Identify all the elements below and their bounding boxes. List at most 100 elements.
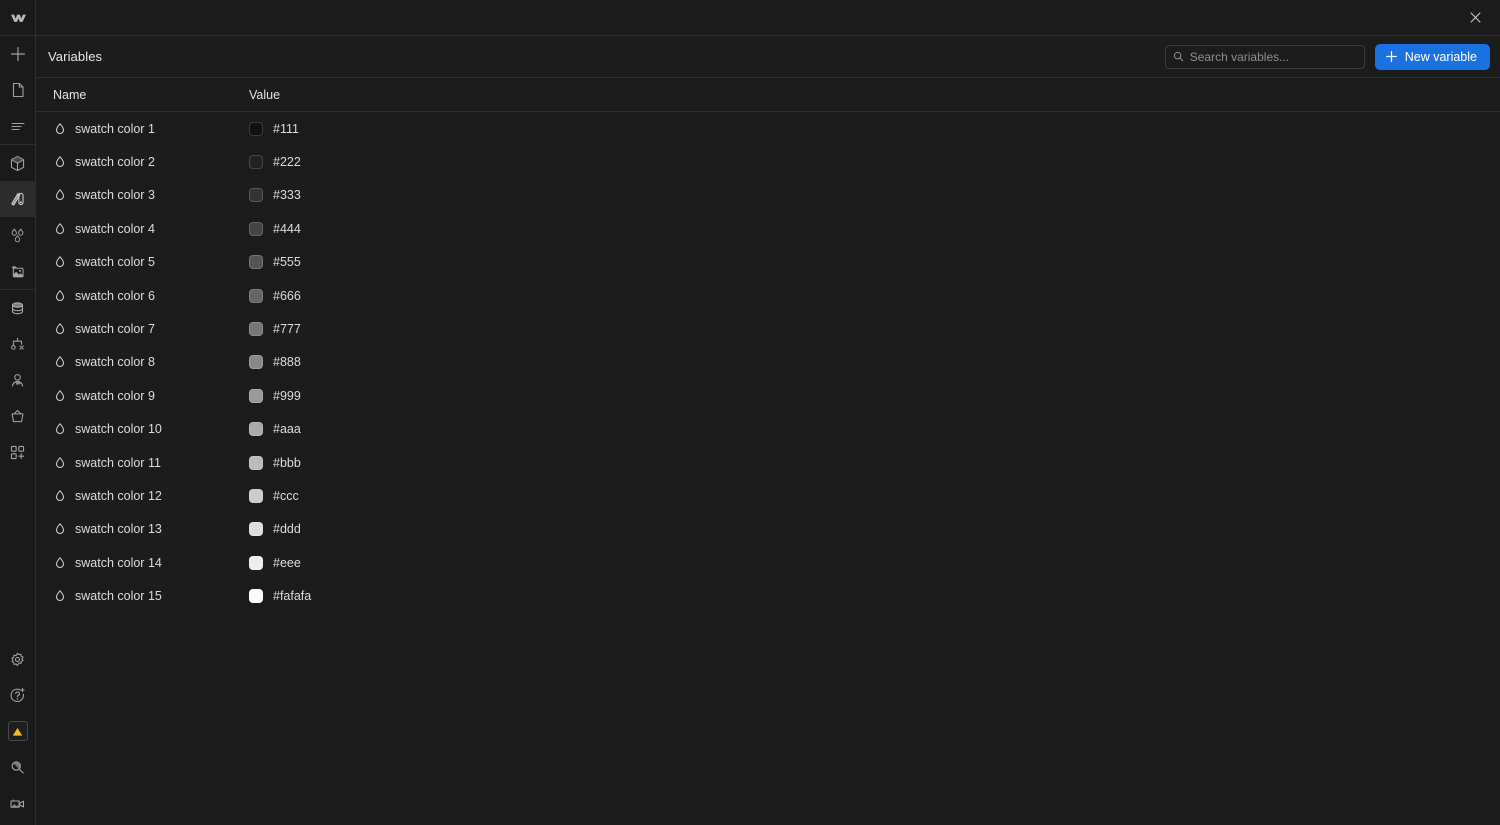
page-title: Variables bbox=[48, 49, 103, 64]
variable-value-cell: #eee bbox=[249, 555, 1500, 570]
color-swatch[interactable] bbox=[249, 188, 263, 203]
variable-value-label: #333 bbox=[273, 188, 301, 203]
color-swatch[interactable] bbox=[249, 355, 263, 370]
table-row[interactable]: swatch color 11 #bbb bbox=[36, 445, 1500, 480]
close-icon bbox=[1469, 12, 1481, 23]
variable-name-cell: swatch color 12 bbox=[36, 489, 249, 503]
rail-item-audit[interactable] bbox=[0, 713, 36, 749]
variable-value-label: #555 bbox=[273, 255, 301, 270]
table-row[interactable]: swatch color 8 #888 bbox=[36, 345, 1500, 380]
variable-name-cell: swatch color 4 bbox=[36, 222, 249, 236]
droplet-icon bbox=[55, 423, 65, 435]
color-swatch[interactable] bbox=[249, 255, 263, 270]
rail-item-help[interactable] bbox=[0, 677, 36, 713]
variable-name-cell: swatch color 14 bbox=[36, 556, 249, 570]
rail-item-navigator[interactable] bbox=[0, 108, 36, 144]
color-swatch[interactable] bbox=[249, 221, 263, 236]
variable-value-label: #111 bbox=[273, 121, 299, 136]
color-swatch[interactable] bbox=[249, 555, 263, 570]
window-titlebar bbox=[36, 0, 1500, 36]
table-row[interactable]: swatch color 9 #999 bbox=[36, 379, 1500, 413]
color-swatch[interactable] bbox=[249, 322, 263, 337]
variable-value-label: #888 bbox=[273, 355, 301, 370]
variable-value-label: #ddd bbox=[273, 522, 301, 537]
droplet-icon bbox=[55, 323, 65, 335]
variable-name-label: swatch color 11 bbox=[75, 455, 161, 470]
variable-value-cell: #ccc bbox=[249, 488, 1500, 503]
table-row[interactable]: swatch color 10 #aaa bbox=[36, 412, 1500, 446]
table-row[interactable]: swatch color 4 #444 bbox=[36, 212, 1500, 246]
rail-item-components[interactable] bbox=[0, 145, 36, 181]
rail-item-video[interactable] bbox=[0, 785, 36, 821]
droplet-icon bbox=[55, 389, 65, 401]
search-variables-field[interactable] bbox=[1164, 44, 1365, 69]
help-question-icon bbox=[10, 687, 25, 702]
variable-name-cell: swatch color 5 bbox=[36, 255, 249, 269]
table-row[interactable]: swatch color 13 #ddd bbox=[36, 512, 1500, 547]
column-header-value: Value bbox=[249, 87, 281, 102]
search-magnifier-icon bbox=[11, 760, 24, 774]
variable-name-label: swatch color 6 bbox=[75, 288, 155, 303]
droplet-icon bbox=[55, 489, 65, 502]
page-document-icon bbox=[12, 82, 24, 98]
rail-item-styles[interactable] bbox=[0, 181, 36, 217]
new-variable-button[interactable]: New variable bbox=[1374, 43, 1490, 70]
variable-value-cell: #777 bbox=[249, 322, 1500, 337]
rail-item-search[interactable] bbox=[0, 749, 36, 785]
variable-name-cell: swatch color 7 bbox=[36, 322, 249, 336]
variable-value-label: #fafafa bbox=[273, 589, 312, 604]
close-button[interactable] bbox=[1464, 7, 1486, 29]
variables-panel-window: Variables New variable bbox=[0, 0, 1500, 825]
variable-name-cell: swatch color 2 bbox=[36, 155, 249, 169]
droplet-icon bbox=[55, 523, 65, 535]
color-swatch[interactable] bbox=[249, 155, 263, 170]
variable-value-label: #777 bbox=[273, 322, 301, 337]
rail-item-variables[interactable] bbox=[0, 217, 36, 253]
color-swatch[interactable] bbox=[249, 121, 263, 136]
table-row[interactable]: swatch color 6 #666 bbox=[36, 278, 1500, 313]
webflow-logo-icon[interactable] bbox=[0, 0, 36, 36]
table-row[interactable]: swatch color 3 #333 bbox=[36, 178, 1500, 213]
variable-value-label: #bbb bbox=[273, 455, 301, 470]
table-row[interactable]: swatch color 14 #eee bbox=[36, 546, 1500, 580]
table-row[interactable]: swatch color 12 #ccc bbox=[36, 479, 1500, 513]
panel-header-actions: New variable bbox=[1164, 43, 1490, 70]
rail-item-assets[interactable] bbox=[0, 253, 36, 289]
search-icon bbox=[1173, 51, 1183, 62]
new-variable-label: New variable bbox=[1404, 49, 1477, 64]
variable-name-label: swatch color 12 bbox=[75, 488, 162, 503]
main-area: Variables New variable bbox=[36, 0, 1500, 825]
rail-item-logic[interactable] bbox=[0, 326, 36, 362]
color-swatch[interactable] bbox=[249, 422, 263, 437]
table-row[interactable]: swatch color 2 #222 bbox=[36, 145, 1500, 179]
rail-item-users[interactable] bbox=[0, 362, 36, 398]
rail-item-settings[interactable] bbox=[0, 641, 36, 677]
variable-value-cell: #fafafa bbox=[249, 589, 1500, 604]
color-swatch[interactable] bbox=[249, 455, 263, 470]
table-row[interactable]: swatch color 5 #555 bbox=[36, 245, 1500, 279]
logic-flow-icon bbox=[11, 337, 24, 350]
rail-item-apps[interactable] bbox=[0, 434, 36, 470]
color-swatch[interactable] bbox=[249, 488, 263, 503]
table-row[interactable]: swatch color 1 #111 bbox=[36, 112, 1500, 146]
color-swatch[interactable] bbox=[249, 589, 263, 604]
table-row[interactable]: swatch color 15 #fafafa bbox=[36, 579, 1500, 613]
variable-name-label: swatch color 2 bbox=[75, 155, 155, 170]
color-swatch[interactable] bbox=[249, 388, 263, 403]
table-row[interactable]: swatch color 7 #777 bbox=[36, 312, 1500, 346]
rail-item-ecommerce[interactable] bbox=[0, 398, 36, 434]
rail-item-add[interactable] bbox=[0, 36, 36, 72]
warning-triangle-icon bbox=[12, 727, 23, 736]
color-swatch[interactable] bbox=[249, 288, 263, 303]
plus-icon bbox=[1385, 51, 1397, 62]
color-swatch[interactable] bbox=[249, 522, 263, 537]
variables-list: swatch color 1 #111 swatch color 2 #222 swat… bbox=[36, 112, 1500, 825]
variable-value-label: #444 bbox=[273, 221, 301, 236]
rail-item-pages[interactable] bbox=[0, 72, 36, 108]
components-cube-icon bbox=[10, 155, 25, 171]
rail-item-cms[interactable] bbox=[0, 290, 36, 326]
audit-badge-box bbox=[7, 721, 28, 741]
search-input[interactable] bbox=[1189, 49, 1357, 64]
variable-name-label: swatch color 8 bbox=[75, 355, 155, 370]
video-camera-icon bbox=[10, 798, 25, 808]
